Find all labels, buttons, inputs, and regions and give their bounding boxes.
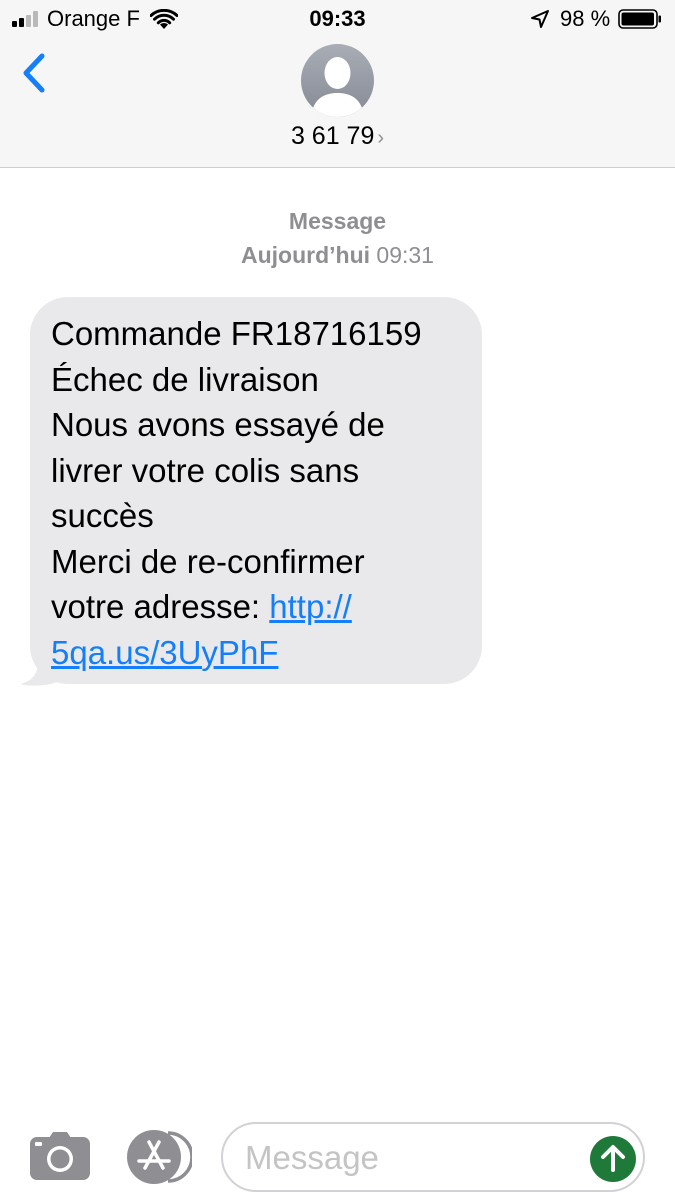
message-input[interactable] (245, 1136, 575, 1180)
message-text: Commande FR18716159 Échec de livraison N… (51, 311, 471, 675)
message-link-end[interactable]: 5qa.us/3UyPhF (51, 634, 278, 671)
timestamp-time: 09:31 (376, 242, 434, 268)
contact-avatar[interactable] (301, 44, 374, 117)
message-input-container[interactable] (221, 1122, 645, 1192)
send-button[interactable] (590, 1136, 636, 1182)
message-line: Échec de livraison (51, 360, 319, 398)
app-store-icon (127, 1130, 192, 1184)
battery-percentage: 98 % (560, 6, 611, 31)
battery-icon (618, 9, 661, 29)
message-line: livrer votre colis sans (51, 451, 360, 489)
messages-screen: Orange F 09:33 98 % 3 61 79 › Message Au… (0, 0, 675, 1200)
conversation-header: Orange F 09:33 98 % 3 61 79 › (0, 0, 675, 168)
status-bar: Orange F 09:33 98 % (0, 0, 675, 40)
send-arrow-up-icon (601, 1145, 625, 1172)
message-line: Merci de re-confirmer (51, 542, 365, 580)
message-line-link: 5qa.us/3UyPhF (51, 630, 471, 676)
chevron-right-icon: › (377, 127, 385, 149)
contact-name-button[interactable]: 3 61 79 › (0, 120, 675, 154)
back-button[interactable] (16, 50, 52, 96)
message-line: Commande FR18716159 (51, 315, 422, 352)
service-label: Message (288, 208, 387, 234)
message-timestamp: Aujourd’hui 09:31 (0, 240, 675, 270)
camera-icon (30, 1132, 90, 1180)
message-line: succès (51, 497, 154, 534)
location-arrow-icon (531, 10, 549, 28)
camera-button[interactable] (30, 1132, 90, 1180)
person-silhouette-icon (311, 57, 364, 117)
incoming-message-bubble[interactable]: Commande FR18716159 Échec de livraison N… (30, 297, 482, 684)
app-store-button[interactable] (124, 1130, 192, 1184)
contact-name: 3 61 79 (290, 122, 375, 150)
timestamp-day: Aujourd’hui (241, 242, 371, 268)
message-line: votre adresse: (51, 588, 270, 625)
message-line: Nous avons essayé de (51, 406, 385, 443)
message-link-start[interactable]: http:// (269, 588, 352, 625)
message-line-with-link: votre adresse: http:// (51, 584, 471, 630)
